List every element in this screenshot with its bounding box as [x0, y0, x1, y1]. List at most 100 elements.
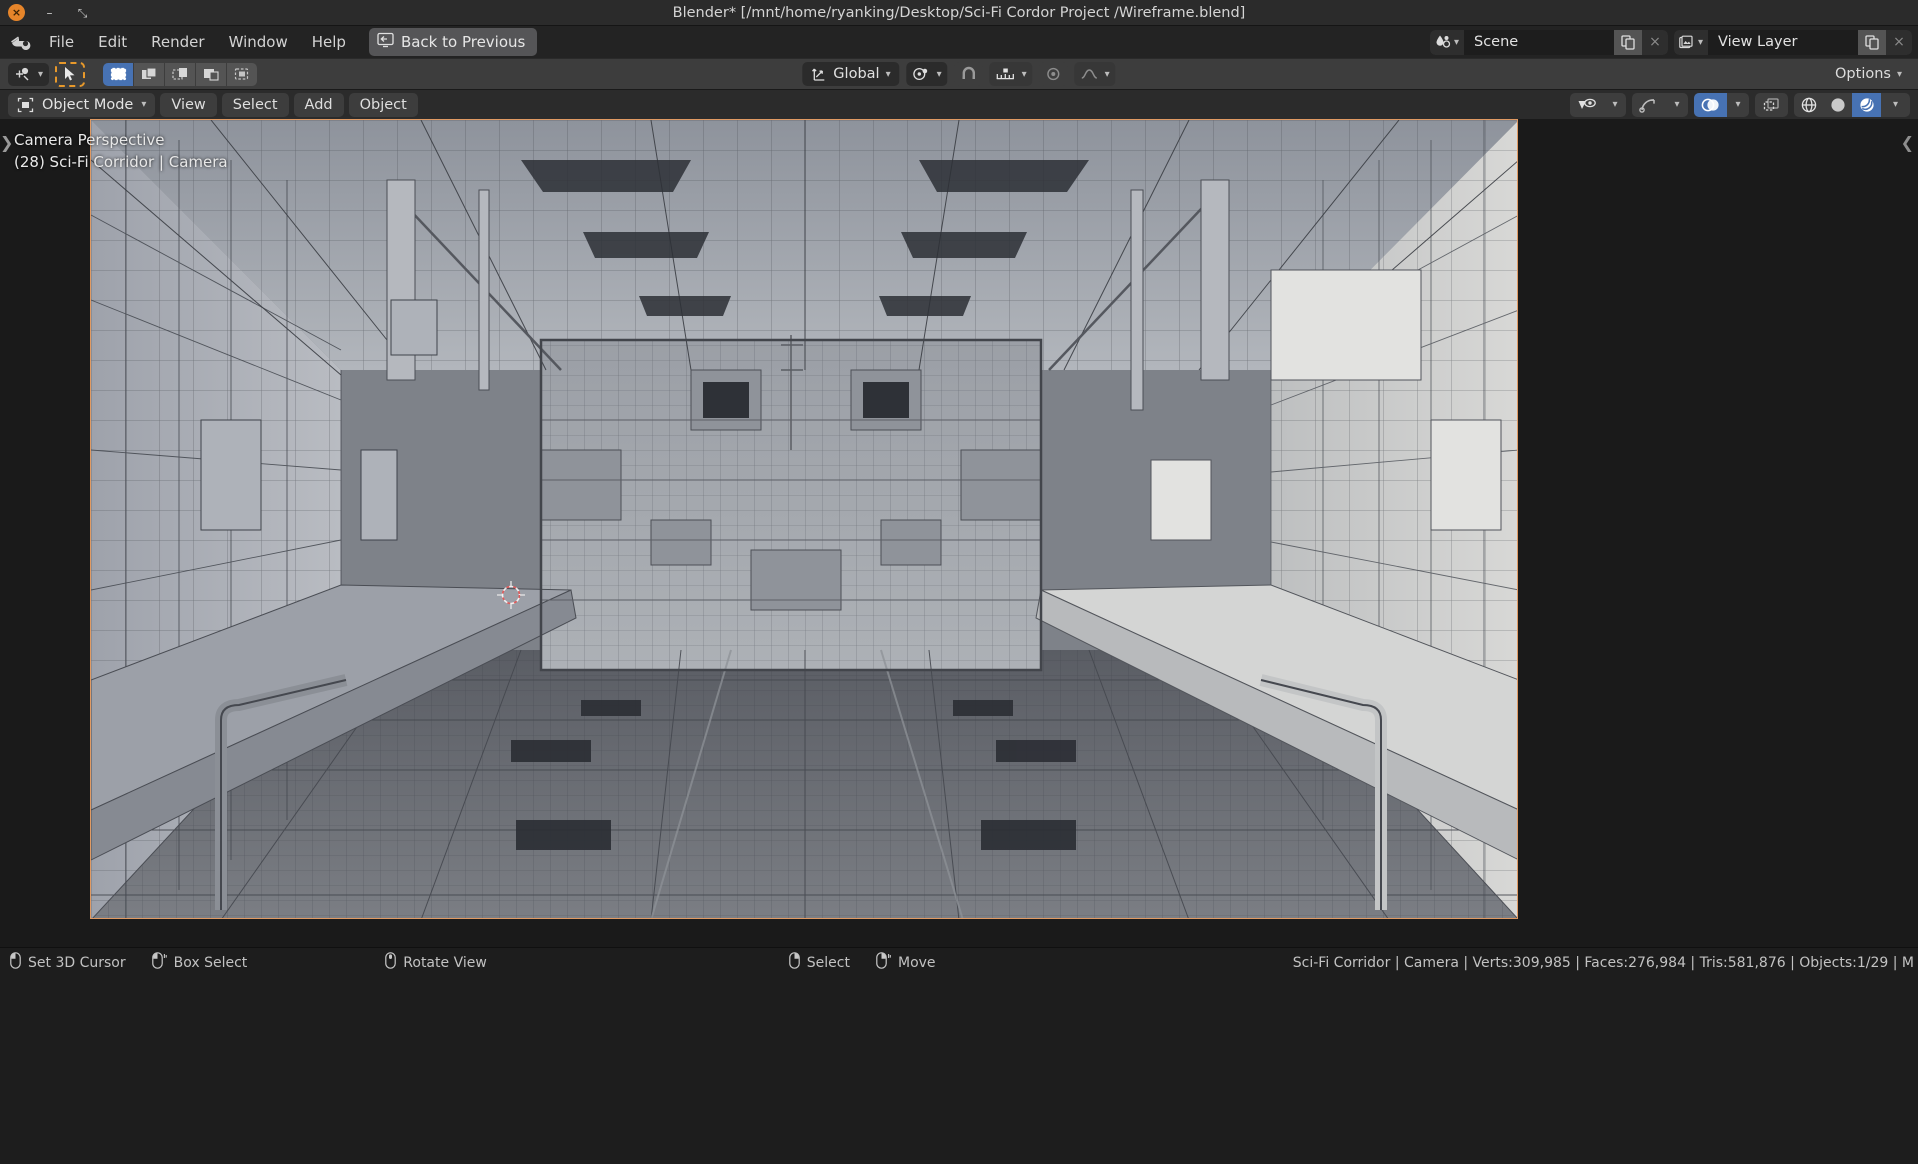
select-mode-group: [103, 62, 258, 86]
subtract-select-icon: [171, 68, 187, 80]
active-tool-cursor[interactable]: ▾: [8, 62, 50, 86]
select-intersect-button[interactable]: [227, 62, 258, 86]
material-shading-button[interactable]: [1852, 92, 1881, 117]
chevron-down-icon: ▾: [38, 68, 44, 80]
xray-toggle[interactable]: [1755, 92, 1788, 117]
chevron-down-icon: ▾: [1892, 99, 1899, 110]
scene-icon[interactable]: ▾: [1430, 29, 1464, 55]
gizmo-selector[interactable]: ▾: [1632, 92, 1688, 117]
delete-view-layer-button[interactable]: ×: [1886, 29, 1912, 55]
scene-selector[interactable]: ▾ Scene ×: [1430, 29, 1668, 55]
status-label: Rotate View: [403, 954, 487, 971]
view-layer-icon[interactable]: ▾: [1674, 29, 1708, 55]
viewport-menu-select[interactable]: Select: [221, 92, 289, 117]
show-hide-icon[interactable]: [1570, 93, 1604, 117]
blender-logo-icon[interactable]: [6, 29, 36, 55]
status-set-3d-cursor: Set 3D Cursor: [10, 952, 126, 973]
transform-orientation-dropdown[interactable]: Global ▾: [802, 62, 900, 86]
xray-icon[interactable]: [1755, 93, 1788, 117]
overlays-icon[interactable]: [1694, 92, 1727, 117]
window-close-button[interactable]: ×: [8, 4, 25, 21]
select-subtract-button[interactable]: [165, 62, 196, 86]
viewport-header: Object Mode ▾ View Select Add Object ▾ ▾…: [0, 89, 1918, 119]
back-to-previous-button[interactable]: Back to Previous: [368, 28, 538, 56]
window-title: Blender* [/mnt/home/ryanking/Desktop/Sci…: [672, 4, 1246, 21]
magnet-icon: [962, 66, 975, 79]
back-to-previous-label: Back to Previous: [400, 33, 526, 51]
gizmo-icon[interactable]: [1632, 93, 1666, 117]
extend-select-icon: [141, 67, 157, 79]
status-rotate-view: Rotate View: [385, 952, 487, 973]
view-layer-selector[interactable]: ▾ View Layer ×: [1674, 29, 1912, 55]
menu-file[interactable]: File: [38, 29, 85, 55]
delete-scene-button[interactable]: ×: [1642, 29, 1668, 55]
orientation-axes-icon: [812, 68, 825, 81]
menu-edit[interactable]: Edit: [87, 29, 138, 55]
active-object-label: (28) Sci-Fi Corridor | Camera: [14, 153, 228, 171]
menu-render[interactable]: Render: [140, 29, 215, 55]
viewport-options-dropdown[interactable]: Options ▾: [1827, 63, 1910, 85]
chevron-down-icon: ▾: [1896, 68, 1902, 80]
solid-shading-button[interactable]: [1823, 93, 1852, 117]
status-select: Select: [788, 952, 850, 973]
snap-target-dropdown[interactable]: ▾: [989, 62, 1033, 86]
tool-tweak-select[interactable]: [55, 61, 86, 87]
status-bar: Set 3D Cursor Box Select Rotate View Sel…: [0, 947, 1918, 977]
3d-viewport[interactable]: ❯ ❮ Camera Perspective (28) Sci-Fi Corri…: [0, 119, 1918, 947]
chevron-down-icon: ▾: [141, 99, 147, 110]
right-drag-mouse-icon: [876, 952, 891, 973]
invert-select-icon: [203, 69, 219, 81]
viewport-menu-view[interactable]: View: [160, 92, 217, 117]
select-set-button[interactable]: [103, 62, 134, 86]
visibility-dropdown-arrow[interactable]: ▾: [1604, 93, 1626, 117]
chevron-down-icon: ▾: [936, 68, 942, 80]
proportional-falloff-dropdown[interactable]: ▾: [1074, 62, 1116, 86]
chevron-down-icon: ▾: [1612, 99, 1618, 110]
status-label: Box Select: [173, 954, 248, 971]
keymap-hints: Set 3D Cursor Box Select Rotate View Sel…: [10, 952, 936, 973]
left-toolbar-toggle[interactable]: ❯: [0, 133, 13, 152]
top-menu-bar: File Edit Render Window Help Back to Pre…: [0, 26, 1918, 58]
select-invert-button[interactable]: [196, 62, 227, 86]
gizmo-dropdown-arrow[interactable]: ▾: [1666, 93, 1688, 117]
corridor-render: [91, 120, 1517, 918]
options-label: Options: [1835, 66, 1891, 82]
scene-name[interactable]: Scene: [1464, 29, 1614, 55]
left-drag-mouse-icon: [151, 952, 167, 973]
viewport-display-controls: ▾ ▾ ▾ ▾: [1570, 90, 1910, 120]
window-maximize-button[interactable]: ⤡: [74, 4, 91, 21]
topbar-right-controls: ▾ Scene × ▾ View Layer ×: [1430, 26, 1912, 58]
shading-dropdown-arrow[interactable]: ▾: [1881, 93, 1910, 117]
viewport-info-overlay: Camera Perspective (28) Sci-Fi Corridor …: [14, 129, 228, 173]
camera-view-region[interactable]: [90, 119, 1518, 919]
visibility-selector[interactable]: ▾: [1570, 92, 1626, 117]
chevron-down-icon: ▾: [1021, 68, 1027, 80]
mode-label: Object Mode: [42, 96, 134, 113]
menu-window[interactable]: Window: [218, 29, 299, 55]
tool-settings-header: ▾ Global ▾ ▾ ▾ ▾ Options ▾: [0, 58, 1918, 89]
falloff-curve-icon: [1081, 69, 1098, 79]
overlays-selector[interactable]: ▾: [1694, 92, 1749, 117]
viewport-menu-object[interactable]: Object: [348, 92, 418, 117]
select-extend-button[interactable]: [134, 62, 165, 86]
overlays-dropdown-arrow[interactable]: ▾: [1727, 93, 1749, 117]
interaction-mode-dropdown[interactable]: Object Mode ▾: [8, 92, 156, 117]
3d-cursor[interactable]: [497, 581, 525, 609]
window-minimize-button[interactable]: –: [41, 4, 58, 21]
middle-mouse-icon: [385, 952, 397, 973]
menu-help[interactable]: Help: [301, 29, 357, 55]
pivot-point-icon: [913, 67, 928, 81]
new-scene-button[interactable]: [1614, 29, 1642, 55]
new-view-layer-button[interactable]: [1858, 29, 1886, 55]
pivot-point-dropdown[interactable]: ▾: [906, 62, 948, 86]
snap-magnet-toggle[interactable]: [954, 62, 983, 86]
proportional-editing-toggle[interactable]: [1039, 62, 1068, 86]
viewport-menu-add[interactable]: Add: [293, 92, 344, 117]
view-layer-name[interactable]: View Layer: [1708, 29, 1858, 55]
window-titlebar: × – ⤡ Blender* [/mnt/home/ryanking/Deskt…: [0, 0, 1918, 26]
wireframe-shading-button[interactable]: [1794, 93, 1823, 117]
right-sidebar-toggle[interactable]: ❮: [1901, 133, 1914, 152]
chevron-down-icon: ▾: [1735, 99, 1741, 110]
right-mouse-icon: [788, 952, 800, 973]
transform-snap-controls: Global ▾ ▾ ▾ ▾: [802, 59, 1116, 90]
